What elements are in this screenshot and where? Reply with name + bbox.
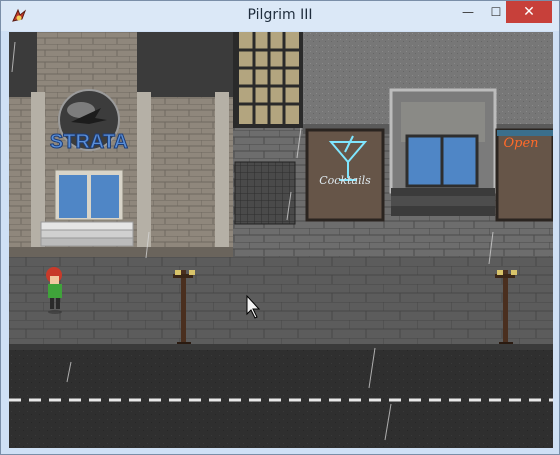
- minimize-button[interactable]: —: [454, 1, 482, 23]
- game-window: Pilgrim III — ☐ ✕ STRATA Cocktails Open: [0, 0, 560, 455]
- cocktails-sign: Cocktails: [319, 174, 371, 187]
- close-button[interactable]: ✕: [506, 1, 552, 23]
- curb: [9, 344, 553, 350]
- open-sign: Open: [503, 136, 538, 151]
- minimize-icon: —: [462, 5, 474, 19]
- cocktail-bar-building: [303, 32, 553, 222]
- window-tower: [233, 32, 305, 258]
- game-scene: STRATA Cocktails Open: [9, 32, 553, 448]
- close-icon: ✕: [523, 4, 535, 20]
- maximize-icon: ☐: [490, 5, 502, 19]
- strata-sign: STRATA: [50, 131, 128, 153]
- game-viewport[interactable]: STRATA Cocktails Open: [9, 32, 553, 448]
- sidewalk: [9, 257, 553, 349]
- title-bar[interactable]: Pilgrim III — ☐ ✕: [1, 1, 559, 31]
